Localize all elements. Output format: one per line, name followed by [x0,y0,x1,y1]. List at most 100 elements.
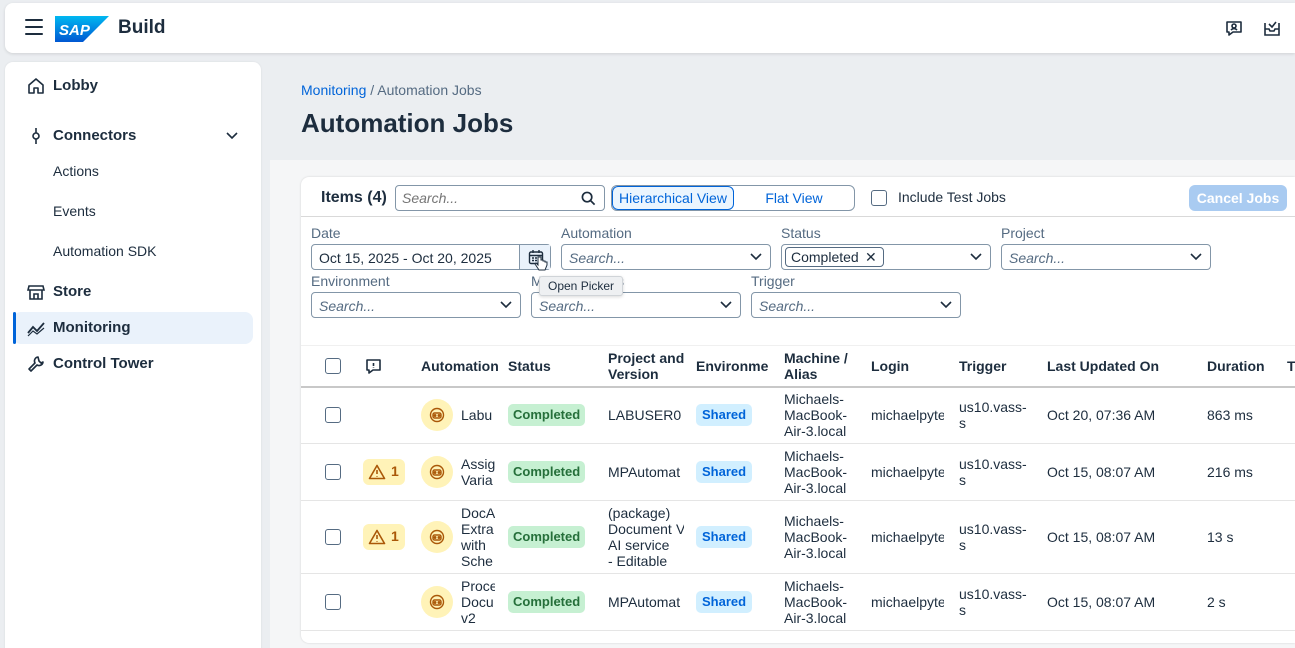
search-icon[interactable] [581,191,596,206]
breadcrumb-link-monitoring[interactable]: Monitoring [301,82,366,98]
nav-item-monitoring[interactable]: Monitoring [13,312,253,344]
col-last-updated[interactable]: Last Updated On [1047,358,1159,374]
warning-count: 1 [391,463,399,479]
nav-label: Connectors [53,127,137,144]
duration: 13 s [1207,529,1234,545]
chevron-down-icon[interactable] [225,129,239,143]
breadcrumb: Monitoring / Automation Jobs [301,82,482,98]
col-machine[interactable]: Machine / Alias [784,350,854,382]
menu-icon[interactable] [25,19,43,35]
chevron-down-icon[interactable] [720,301,732,309]
environment-filter[interactable]: Search... [311,292,521,318]
search-field[interactable] [395,185,605,211]
jobs-card: Items (4) Hierarchical View Flat View In… [301,177,1295,643]
nav-item-actions[interactable]: Actions [13,156,253,188]
nav-item-lobby[interactable]: Lobby [13,70,253,102]
last-updated: Oct 15, 08:07 AM [1047,594,1156,610]
breadcrumb-separator: / [366,82,378,98]
nav-item-control-tower[interactable]: Control Tower [13,348,253,380]
trigger: us10.vass-s ai2.mpautoi [959,521,1031,555]
nav-label: Events [53,203,96,219]
row-checkbox[interactable] [325,407,341,423]
automation-name[interactable]: Assig Varia [461,456,495,490]
date-filter-label: Date [311,225,341,241]
project-filter[interactable]: Search... [1001,244,1211,270]
machine-placeholder: Search... [539,298,596,314]
chevron-down-icon[interactable] [970,253,982,261]
login: michaelpyte [871,594,944,610]
status-token[interactable]: Completed ✕ [785,247,884,267]
col-status[interactable]: Status [508,358,551,374]
row-checkbox[interactable] [325,529,341,545]
cancel-jobs-button[interactable]: Cancel Jobs [1189,185,1287,211]
remove-token-icon[interactable]: ✕ [865,248,877,266]
warning-badge[interactable]: 1 [363,524,405,550]
warning-count: 1 [391,528,399,544]
duration: 2 s [1207,594,1226,610]
breadcrumb-current: Automation Jobs [377,82,482,98]
divider [301,345,1295,346]
inbox-icon[interactable] [1262,18,1282,38]
open-picker-button[interactable] [519,245,550,271]
connector-icon [32,128,40,144]
automation-name[interactable]: Labu [461,407,493,423]
col-environment[interactable]: Environmen [696,358,768,374]
chevron-down-icon[interactable] [1190,253,1202,261]
include-test-jobs-checkbox[interactable] [871,190,887,206]
col-trigger[interactable]: Trigger [959,358,1006,374]
nav-item-connectors[interactable]: Connectors [13,120,253,152]
col-time[interactable]: Ti [1287,358,1295,374]
search-input[interactable] [402,190,572,206]
select-all-checkbox[interactable] [325,358,341,374]
warning-badge[interactable]: 1 [363,459,405,485]
nav-label: Automation SDK [53,243,157,259]
automation-name[interactable]: Proce Docu v2 [461,578,495,628]
environment-badge: Shared [696,404,753,426]
automation-name[interactable]: DocA Extra with Sche [461,505,495,571]
bot-avatar [421,586,453,618]
row-checkbox[interactable] [325,594,341,610]
robot-icon [429,407,445,423]
trigger: us10.vass-s ai2.mpautoi [959,586,1031,620]
nav-label: Monitoring [53,319,131,336]
trigger-filter[interactable]: Search... [751,292,961,318]
environment-badge: Shared [696,526,753,548]
chevron-down-icon[interactable] [940,301,952,309]
status-badge: Completed [508,404,586,426]
chevron-down-icon[interactable] [500,301,512,309]
col-project[interactable]: Project and Version [608,350,688,382]
machine-alias: Michaels-MacBook-Air-3.local [784,391,848,439]
row-checkbox[interactable] [325,464,341,480]
hierarchical-view-button[interactable]: Hierarchical View [612,186,734,210]
duration: 216 ms [1207,464,1253,480]
col-automation[interactable]: Automation [421,358,499,374]
automation-placeholder: Search... [569,250,626,266]
wrench-icon [28,356,44,372]
status-filter[interactable]: Completed ✕ [781,244,991,270]
project-filter-label: Project [1001,225,1045,241]
divider [301,216,1295,217]
date-range-value: Oct 15, 2025 - Oct 20, 2025 [319,250,492,266]
warning-icon [368,464,386,480]
machine-alias: Michaels-MacBook-Air-3.local [784,448,848,496]
warning-icon [368,529,386,545]
joule-chat-icon[interactable] [1224,18,1244,38]
chevron-down-icon[interactable] [750,253,762,261]
date-range-field[interactable]: Oct 15, 2025 - Oct 20, 2025 [311,244,551,271]
col-duration[interactable]: Duration [1207,358,1265,374]
bot-avatar [421,456,453,488]
row-divider [301,500,1295,501]
nav-item-events[interactable]: Events [13,196,253,228]
automation-filter[interactable]: Search... [561,244,771,270]
col-login[interactable]: Login [871,358,909,374]
product-name: Build [118,17,166,38]
login: michaelpyte [871,407,944,423]
hand-cursor-icon [534,256,548,271]
row-divider [301,573,1295,574]
sap-logo[interactable]: SAP [55,16,109,42]
flat-view-button[interactable]: Flat View [734,186,854,210]
nav-label: Store [53,283,92,300]
items-count-title: Items (4) [321,189,387,206]
nav-item-store[interactable]: Store [13,276,253,308]
nav-item-automation-sdk[interactable]: Automation SDK [13,236,253,268]
